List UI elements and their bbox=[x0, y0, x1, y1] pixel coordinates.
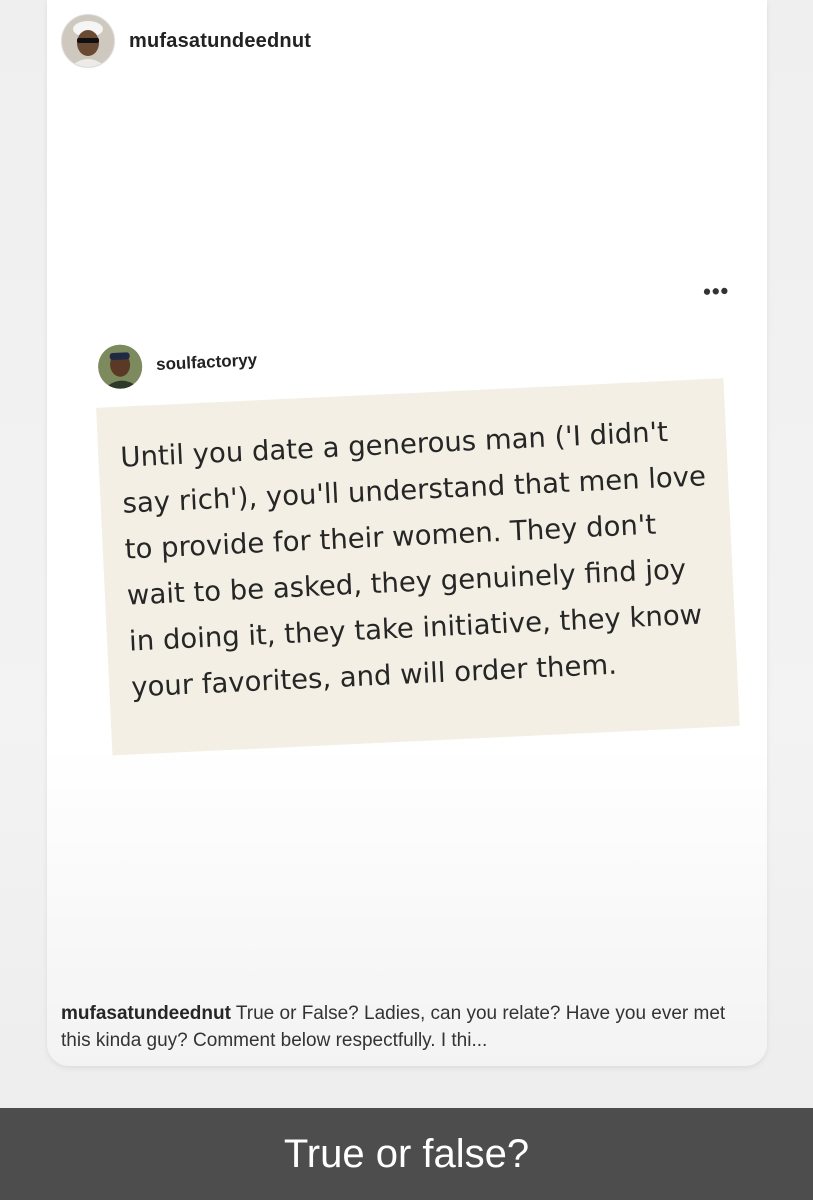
quote-text: Until you date a generous man ('I didn't… bbox=[119, 415, 707, 704]
story-screen: mufasatundeednut ••• soulfactoryy Until … bbox=[0, 0, 813, 1200]
post-header: mufasatundeednut bbox=[61, 14, 311, 68]
story-text-banner: True or false? bbox=[0, 1108, 813, 1200]
embedded-post-username[interactable]: soulfactoryy bbox=[156, 350, 258, 375]
shared-post-card[interactable]: mufasatundeednut ••• soulfactoryy Until … bbox=[47, 0, 767, 1066]
embedded-post-header: soulfactoryy bbox=[97, 338, 258, 390]
banner-text: True or false? bbox=[283, 1131, 530, 1176]
post-username[interactable]: mufasatundeednut bbox=[129, 30, 311, 53]
post-caption[interactable]: mufasatundeednut True or False? Ladies, … bbox=[61, 1000, 753, 1054]
more-horizontal-icon[interactable]: ••• bbox=[703, 278, 730, 305]
avatar[interactable] bbox=[97, 343, 144, 390]
embedded-post: ••• soulfactoryy Until you date a genero… bbox=[91, 270, 753, 790]
caption-username[interactable]: mufasatundeednut bbox=[61, 1003, 231, 1024]
avatar[interactable] bbox=[61, 14, 115, 68]
quote-box: Until you date a generous man ('I didn't… bbox=[96, 378, 740, 756]
